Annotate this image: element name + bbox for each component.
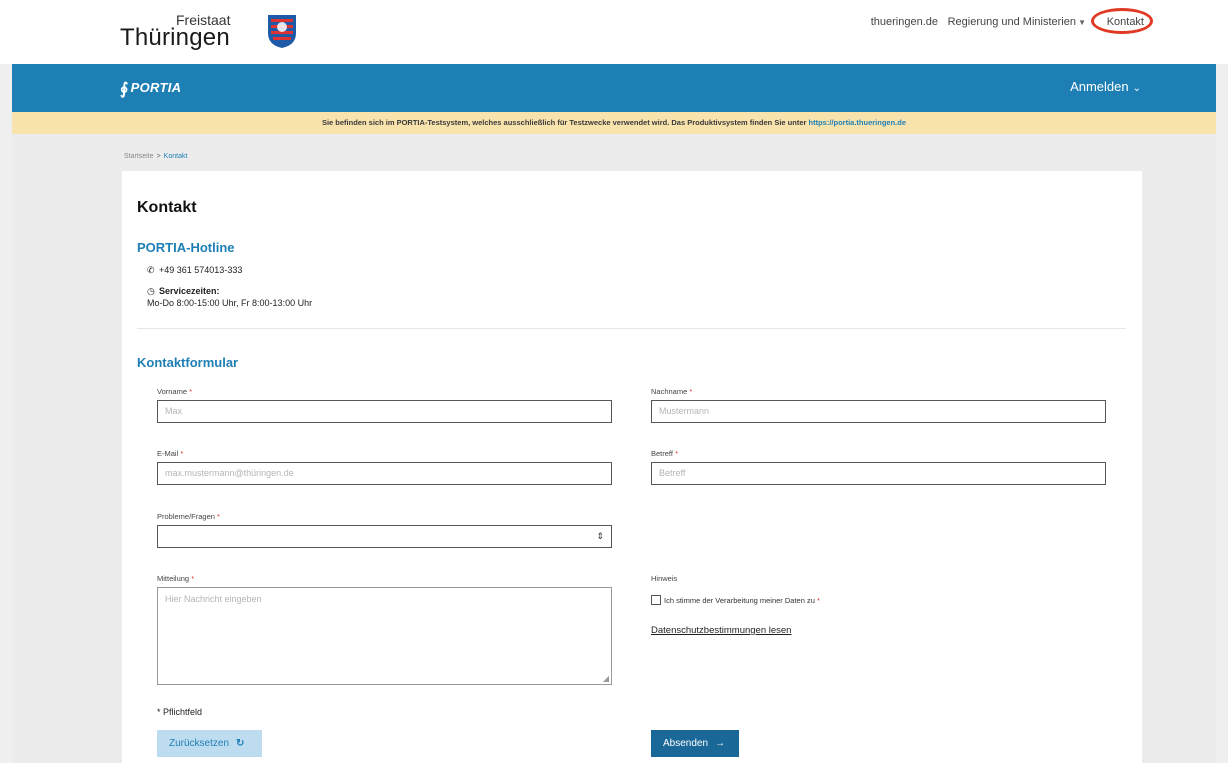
breadcrumb-home[interactable]: Startseite — [124, 153, 154, 160]
required-mark: * — [675, 449, 678, 458]
hotline-title: PORTIA-Hotline — [137, 240, 235, 255]
form-title: Kontaktformular — [137, 355, 239, 370]
select-arrows-icon: ⇕ — [596, 531, 604, 541]
refresh-icon: ↻ — [236, 738, 245, 749]
required-mark: * — [689, 387, 693, 396]
required-mark: * — [817, 596, 820, 605]
page-title: Kontakt — [137, 199, 197, 216]
required-note: * Pflichtfeld — [157, 707, 203, 717]
privacy-link[interactable]: Datenschutzbestimmungen lesen — [651, 625, 791, 636]
consent-row: Ich stimme der Verarbeitung meiner Daten… — [651, 595, 820, 605]
vorname-label-text: Vorname — [157, 387, 188, 396]
mitteilung-textarea[interactable]: Hier Nachricht eingeben ◢ — [157, 587, 612, 685]
required-mark: * — [189, 387, 193, 396]
logo-thueringen: Thüringen — [120, 24, 230, 51]
production-link[interactable]: https://portia.thueringen.de — [809, 118, 907, 127]
portia-brand: PORTIA — [130, 80, 182, 95]
service-label: Servicezeiten: — [159, 286, 220, 296]
probleme-label-text: Probleme/Fragen — [157, 512, 215, 521]
chevron-down-icon: ⌄ — [1132, 83, 1141, 94]
hinweis-label: Hinweis — [651, 574, 678, 583]
required-mark: * — [180, 449, 184, 458]
email-label-text: E-Mail — [157, 449, 179, 458]
portia-logo[interactable]: ∮ PORTIA — [120, 79, 181, 99]
login-label: Anmelden — [1070, 79, 1129, 94]
nav-regierung-link[interactable]: Regierung und Ministerien — [948, 16, 1076, 28]
resize-handle-icon[interactable]: ◢ — [603, 674, 609, 683]
reset-button[interactable]: Zurücksetzen ↻ — [157, 730, 262, 757]
test-system-notice: Sie befinden sich im PORTIA-Testsystem, … — [12, 112, 1216, 134]
probleme-select[interactable]: ⇕ — [157, 525, 612, 548]
phone-icon: ✆ — [147, 265, 155, 275]
kontakt-highlight-ring — [1091, 8, 1153, 34]
mitteilung-placeholder: Hier Nachricht eingeben — [165, 594, 262, 604]
mitteilung-label: Mitteilung * — [157, 574, 194, 583]
nachname-label: Nachname * — [651, 387, 692, 396]
nav-thueringen-link[interactable]: thueringen.de — [871, 16, 938, 28]
service-hours: Mo-Do 8:00-15:00 Uhr, Fr 8:00-13:00 Uhr — [147, 298, 313, 308]
arrow-right-icon: → — [715, 738, 726, 749]
send-label: Absenden — [663, 738, 709, 749]
section-divider — [137, 328, 1126, 329]
breadcrumb: Startseite > Kontakt — [124, 153, 187, 160]
consent-checkbox[interactable] — [651, 595, 661, 605]
portia-header: ∮ PORTIA Anmelden ⌄ — [12, 64, 1216, 112]
clock-icon: ◷ — [147, 286, 155, 296]
email-input[interactable]: max.mustermann@thüringen.de — [157, 462, 612, 485]
nachname-label-text: Nachname — [651, 387, 688, 396]
vorname-input[interactable]: Max — [157, 400, 612, 423]
coat-of-arms-icon — [268, 15, 296, 48]
nachname-input[interactable]: Mustermann — [651, 400, 1106, 423]
phone-number: +49 361 574013-333 — [159, 265, 243, 275]
phone-row: ✆ +49 361 574013-333 — [147, 265, 242, 276]
notice-text: Sie befinden sich im PORTIA-Testsystem, … — [321, 118, 807, 127]
betreff-label: Betreff * — [651, 449, 678, 458]
betreff-label-text: Betreff — [651, 449, 673, 458]
login-button[interactable]: Anmelden ⌄ — [1070, 79, 1141, 94]
required-mark: * — [217, 512, 220, 521]
reset-label: Zurücksetzen — [169, 738, 230, 749]
mitteilung-label-text: Mitteilung — [157, 574, 190, 583]
vorname-label: Vorname * — [157, 387, 192, 396]
send-button[interactable]: Absenden → — [651, 730, 739, 757]
required-mark: * — [191, 574, 195, 583]
service-hours-row: ◷ Servicezeiten: Mo-Do 8:00-15:00 Uhr, Fr… — [147, 285, 312, 309]
chevron-right-icon: > — [156, 153, 161, 160]
probleme-label: Probleme/Fragen * — [157, 512, 220, 521]
betreff-input[interactable]: Betreff — [651, 462, 1106, 485]
consent-label[interactable]: Ich stimme der Verarbeitung meiner Daten… — [664, 596, 815, 605]
chevron-down-icon[interactable]: ▼ — [1078, 18, 1086, 27]
breadcrumb-current: Kontakt — [163, 153, 188, 160]
top-bar: Freistaat Thüringen thueringen.de Regier… — [0, 0, 1228, 64]
portia-swirl-icon: ∮ — [120, 81, 129, 98]
email-label: E-Mail * — [157, 449, 183, 458]
